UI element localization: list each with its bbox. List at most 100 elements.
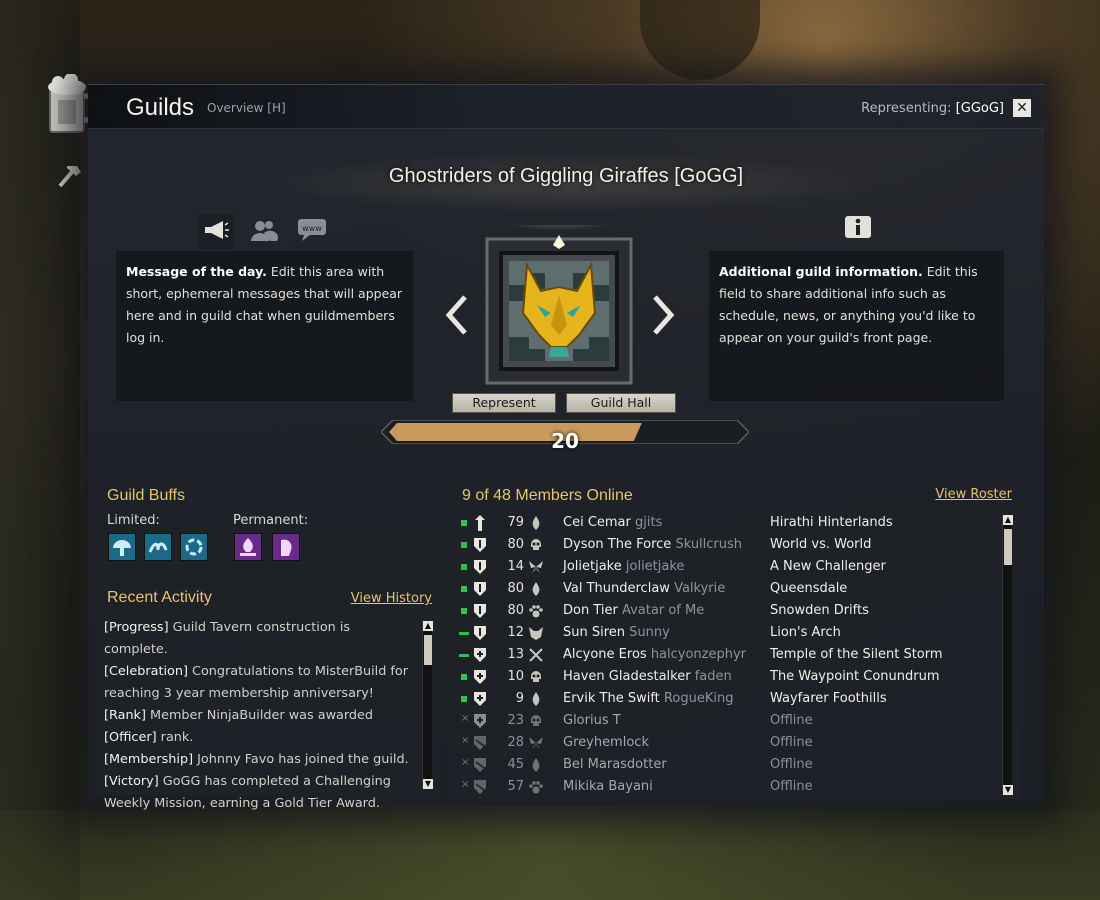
swirl-buff-icon[interactable] xyxy=(180,533,208,561)
member-name: Don Tier Avatar of Me xyxy=(563,600,704,622)
member-location: Offline xyxy=(770,757,813,772)
member-row[interactable]: 80 Don Tier Avatar of Me Snowden Drifts xyxy=(458,600,1018,622)
activity-tag: [Officer] xyxy=(104,730,157,745)
activity-tag: [Celebration] xyxy=(104,664,188,679)
wave-buff-icon[interactable] xyxy=(144,533,172,561)
flame-buff-icon[interactable] xyxy=(234,533,262,561)
guild-window: Guilds Overview [H] Representing: [GGoG]… xyxy=(88,84,1044,811)
scroll-down-icon[interactable]: ▼ xyxy=(423,779,433,789)
activity-entry: [Membership] Johnny Favo has joined the … xyxy=(104,749,410,771)
guild-hall-button[interactable]: Guild Hall xyxy=(566,393,676,413)
officer-rank-icon xyxy=(473,603,487,619)
scroll-up-icon[interactable]: ▲ xyxy=(423,621,433,631)
character-name: Don Tier xyxy=(563,603,618,618)
member-row[interactable]: 12 Sun Siren Sunny Lion's Arch xyxy=(458,622,1018,644)
member-location: Offline xyxy=(770,735,813,750)
member-name: Dyson The Force Skullcrush xyxy=(563,534,742,556)
character-name: Alcyone Eros xyxy=(563,647,647,662)
member-level: 14 xyxy=(507,559,524,574)
offline-status-icon: × xyxy=(461,713,470,724)
activity-scrollbar[interactable]: ▲ ▼ xyxy=(422,621,433,789)
member-name: Alcyone Eros halcyonzephyr xyxy=(563,644,746,666)
member-level: 23 xyxy=(507,713,524,728)
character-name: Mikika Bayani xyxy=(563,779,653,794)
guild-emblem xyxy=(479,195,639,385)
additional-guild-info[interactable]: Additional guild information. Edit this … xyxy=(709,251,1004,401)
character-name: Haven Gladestalker xyxy=(563,669,691,684)
drop-profession-icon xyxy=(528,581,544,597)
offline-status-icon: × xyxy=(461,735,470,746)
skull-profession-icon xyxy=(528,669,544,685)
activity-entry: [Victory] GoGG has completed a Challengi… xyxy=(104,771,410,815)
guild-level: 20 xyxy=(551,429,579,453)
member-location: A New Challenger xyxy=(770,559,886,574)
recruit-rank-icon xyxy=(473,779,487,795)
buffs-title: Guild Buffs xyxy=(107,487,185,504)
offline-status-icon: × xyxy=(461,779,470,790)
member-list: 79 Cei Cemar gjits Hirathi Hinterlands 80 Dy… xyxy=(458,512,1018,798)
scroll-down-icon[interactable]: ▼ xyxy=(1003,785,1013,795)
away-status-icon xyxy=(459,654,469,657)
online-status-icon xyxy=(461,674,467,680)
hammer-icon[interactable] xyxy=(54,160,84,190)
message-of-the-day[interactable]: Message of the day. Edit this area with … xyxy=(116,251,413,401)
represent-button[interactable]: Represent xyxy=(452,393,556,413)
head-buff-icon[interactable] xyxy=(272,533,300,561)
scroll-up-icon[interactable]: ▲ xyxy=(1003,515,1013,525)
member-name: Mikika Bayani xyxy=(563,776,653,798)
member-name: Greyhemlock xyxy=(563,732,649,754)
close-button[interactable]: ✕ xyxy=(1013,99,1031,117)
website-tab[interactable]: www xyxy=(294,215,330,249)
member-name: Ervik The Swift RogueKing xyxy=(563,688,733,710)
member-row[interactable]: 80 Dyson The Force Skullcrush World vs. Wo… xyxy=(458,534,1018,556)
character-name: Bel Marasdotter xyxy=(563,757,667,772)
members-scrollbar[interactable]: ▲ ▼ xyxy=(1002,515,1013,795)
butterfly-profession-icon xyxy=(528,559,544,575)
member-row[interactable]: × 45 Bel Marasdotter Offline xyxy=(458,754,1018,776)
member-row[interactable]: × 28 Greyhemlock Offline xyxy=(458,732,1018,754)
view-roster-link[interactable]: View Roster xyxy=(935,487,1012,502)
member-row[interactable]: 13 Alcyone Eros halcyonzephyr Temple of th… xyxy=(458,644,1018,666)
character-name: Val Thunderclaw xyxy=(563,581,670,596)
prev-guild-button[interactable] xyxy=(443,289,471,345)
drop-profession-icon xyxy=(528,757,544,773)
activity-tag: [Rank] xyxy=(104,708,146,723)
member-location: Temple of the Silent Storm xyxy=(770,647,943,662)
activity-entry: [Rank] Member NinjaBuilder was awarded [… xyxy=(104,705,410,749)
scroll-thumb[interactable] xyxy=(424,635,432,665)
member-row[interactable]: 79 Cei Cemar gjits Hirathi Hinterlands xyxy=(458,512,1018,534)
scroll-thumb[interactable] xyxy=(1004,529,1012,565)
limited-label: Limited: xyxy=(107,513,160,528)
member-rank-icon xyxy=(473,713,487,729)
account-name: jolietjake xyxy=(625,559,685,574)
account-name: RogueKing xyxy=(663,691,734,706)
motd-tab[interactable] xyxy=(198,215,234,249)
drop-profession-icon xyxy=(528,515,544,531)
member-row[interactable]: 10 Haven Gladestalker faden The Waypoint C… xyxy=(458,666,1018,688)
member-row[interactable]: 9 Ervik The Swift RogueKing Wayfarer Footh… xyxy=(458,688,1018,710)
representing-status: Representing: [GGoG] xyxy=(861,101,1004,116)
member-row[interactable]: 80 Val Thunderclaw Valkyrie Queensdale xyxy=(458,578,1018,600)
member-name: Haven Gladestalker faden xyxy=(563,666,732,688)
title-bar[interactable]: Guilds Overview [H] Representing: [GGoG]… xyxy=(88,85,1044,129)
info-tab[interactable] xyxy=(840,213,876,247)
member-row[interactable]: × 57 Mikika Bayani Offline xyxy=(458,776,1018,798)
character-name: Sun Siren xyxy=(563,625,626,640)
member-row[interactable]: × 23 Glorius T Offline xyxy=(458,710,1018,732)
view-history-link[interactable]: View History xyxy=(351,591,432,606)
account-name: Sunny xyxy=(629,625,670,640)
character-name: Cei Cemar xyxy=(563,515,631,530)
mushroom-buff-icon[interactable] xyxy=(108,533,136,561)
member-row[interactable]: 14 Jolietjake jolietjake A New Challenger xyxy=(458,556,1018,578)
account-name: gjits xyxy=(635,515,663,530)
account-name: Valkyrie xyxy=(674,581,726,596)
skull-profession-icon xyxy=(528,713,544,729)
members-tab[interactable] xyxy=(246,215,282,249)
character-name: Dyson The Force xyxy=(563,537,672,552)
member-rank-icon xyxy=(473,647,487,663)
window-title: Guilds xyxy=(126,94,195,121)
member-level: 80 xyxy=(507,603,524,618)
online-status-icon xyxy=(461,542,467,548)
away-status-icon xyxy=(459,632,469,635)
next-guild-button[interactable] xyxy=(649,289,677,345)
